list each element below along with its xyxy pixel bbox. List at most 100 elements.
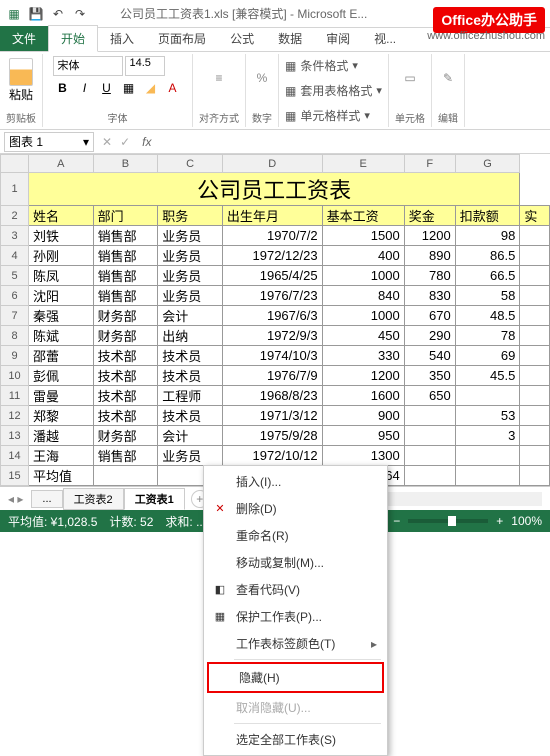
data-cell[interactable]: 450 — [322, 326, 404, 346]
row-header[interactable]: 7 — [1, 306, 29, 326]
cond-format-button[interactable]: ▦条件格式 ▾ — [285, 56, 358, 75]
row-header[interactable]: 2 — [1, 206, 29, 226]
data-cell[interactable]: 1972/9/3 — [222, 326, 322, 346]
data-cell[interactable] — [520, 426, 550, 446]
col-header[interactable]: B — [93, 155, 158, 173]
data-cell[interactable]: 平均值 — [29, 466, 94, 486]
data-cell[interactable]: 1500 — [322, 226, 404, 246]
header-cell[interactable]: 部门 — [93, 206, 158, 226]
zoom-slider[interactable] — [408, 519, 488, 523]
bold-button[interactable]: B — [53, 78, 73, 98]
tab-formula[interactable]: 公式 — [218, 26, 266, 51]
data-cell[interactable]: 沈阳 — [29, 286, 94, 306]
tab-home[interactable]: 开始 — [48, 25, 98, 52]
data-cell[interactable]: 540 — [404, 346, 455, 366]
data-cell[interactable]: 孙刚 — [29, 246, 94, 266]
data-cell[interactable]: 潘越 — [29, 426, 94, 446]
data-cell[interactable]: 秦强 — [29, 306, 94, 326]
data-cell[interactable]: 销售部 — [93, 246, 158, 266]
data-cell[interactable]: 98 — [455, 226, 520, 246]
data-cell[interactable]: 1975/9/28 — [222, 426, 322, 446]
font-color-button[interactable]: A — [163, 78, 183, 98]
data-cell[interactable] — [404, 426, 455, 446]
data-cell[interactable] — [455, 466, 520, 486]
data-cell[interactable]: 销售部 — [93, 266, 158, 286]
row-header[interactable]: 1 — [1, 173, 29, 206]
header-cell[interactable]: 职务 — [158, 206, 223, 226]
data-cell[interactable]: 1200 — [404, 226, 455, 246]
tab-layout[interactable]: 页面布局 — [146, 26, 218, 51]
data-cell[interactable]: 工程师 — [158, 386, 223, 406]
data-cell[interactable] — [520, 366, 550, 386]
col-header[interactable]: C — [158, 155, 223, 173]
col-header[interactable]: D — [222, 155, 322, 173]
data-cell[interactable]: 890 — [404, 246, 455, 266]
data-cell[interactable] — [520, 406, 550, 426]
data-cell[interactable] — [455, 386, 520, 406]
data-cell[interactable]: 86.5 — [455, 246, 520, 266]
data-cell[interactable]: 王海 — [29, 446, 94, 466]
row-header[interactable]: 10 — [1, 366, 29, 386]
paste-button[interactable]: 粘贴 — [7, 56, 35, 105]
ctx-tabcolor[interactable]: 工作表标签颜色(T)▸ — [206, 630, 385, 657]
data-cell[interactable]: 330 — [322, 346, 404, 366]
data-cell[interactable] — [520, 346, 550, 366]
data-cell[interactable]: 技术员 — [158, 366, 223, 386]
data-cell[interactable]: 出纳 — [158, 326, 223, 346]
data-cell[interactable]: 78 — [455, 326, 520, 346]
zoom-thumb[interactable] — [448, 516, 456, 526]
data-cell[interactable]: 650 — [404, 386, 455, 406]
font-name-combo[interactable]: 宋体 — [53, 56, 123, 76]
sheet-tab-2[interactable]: 工资表2 — [63, 488, 124, 510]
data-cell[interactable]: 技术部 — [93, 346, 158, 366]
data-cell[interactable]: 技术员 — [158, 346, 223, 366]
tab-review[interactable]: 审阅 — [314, 26, 362, 51]
data-cell[interactable]: 1967/6/3 — [222, 306, 322, 326]
italic-button[interactable]: I — [75, 78, 95, 98]
data-cell[interactable]: 830 — [404, 286, 455, 306]
sheet-nav[interactable]: ◂ ▸ — [8, 492, 23, 506]
data-cell[interactable]: 业务员 — [158, 246, 223, 266]
row-header[interactable]: 15 — [1, 466, 29, 486]
zoom-in-button[interactable]: + — [496, 514, 503, 528]
row-header[interactable]: 14 — [1, 446, 29, 466]
data-cell[interactable] — [404, 446, 455, 466]
data-cell[interactable]: 销售部 — [93, 226, 158, 246]
data-cell[interactable]: 技术员 — [158, 406, 223, 426]
data-cell[interactable]: 350 — [404, 366, 455, 386]
zoom-out-button[interactable]: − — [393, 514, 400, 528]
excel-icon[interactable]: ▦ — [4, 4, 24, 24]
data-cell[interactable]: 陈凤 — [29, 266, 94, 286]
data-cell[interactable] — [520, 286, 550, 306]
sheet-tab-more[interactable]: ... — [31, 490, 62, 508]
col-header[interactable]: E — [322, 155, 404, 173]
row-header[interactable]: 13 — [1, 426, 29, 446]
cancel-icon[interactable]: ✕ — [98, 135, 116, 149]
data-cell[interactable]: 1972/12/23 — [222, 246, 322, 266]
data-cell[interactable]: 业务员 — [158, 266, 223, 286]
cell-style-button[interactable]: ▦单元格样式 ▾ — [285, 106, 370, 125]
data-cell[interactable]: 财务部 — [93, 426, 158, 446]
data-cell[interactable]: 业务员 — [158, 226, 223, 246]
header-cell[interactable]: 出生年月 — [222, 206, 322, 226]
fill-color-button[interactable]: ◢ — [141, 78, 161, 98]
data-cell[interactable] — [520, 386, 550, 406]
data-cell[interactable]: 3 — [455, 426, 520, 446]
data-cell[interactable]: 陈斌 — [29, 326, 94, 346]
data-cell[interactable]: 业务员 — [158, 286, 223, 306]
data-cell[interactable] — [520, 246, 550, 266]
data-cell[interactable] — [404, 406, 455, 426]
data-cell[interactable]: 45.5 — [455, 366, 520, 386]
data-cell[interactable]: 1200 — [322, 366, 404, 386]
row-header[interactable]: 4 — [1, 246, 29, 266]
ctx-code[interactable]: ◧查看代码(V) — [206, 576, 385, 603]
data-cell[interactable]: 1976/7/9 — [222, 366, 322, 386]
data-cell[interactable]: 290 — [404, 326, 455, 346]
name-box[interactable]: 图表 1▾ — [4, 132, 94, 152]
row-header[interactable]: 5 — [1, 266, 29, 286]
header-cell[interactable]: 扣款额 — [455, 206, 520, 226]
header-cell[interactable]: 奖金 — [404, 206, 455, 226]
data-cell[interactable]: 会计 — [158, 306, 223, 326]
save-icon[interactable]: 💾 — [26, 4, 46, 24]
ctx-insert[interactable]: 插入(I)... — [206, 468, 385, 495]
